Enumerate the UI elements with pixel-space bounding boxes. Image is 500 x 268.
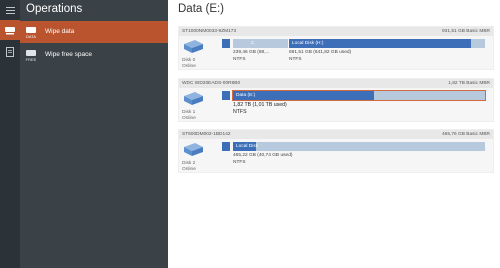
partition-bar[interactable]: Local Disk bbox=[233, 142, 485, 151]
rail-document-button[interactable] bbox=[0, 42, 20, 62]
partition-size: 465,22 GB (40,74 GB used) bbox=[233, 153, 293, 158]
disk-size-type: 931,51 GB Basic MBR bbox=[442, 28, 490, 34]
op-wipe-free-space-label: Wipe free space bbox=[45, 51, 92, 58]
partition-size: 691,51 GB (641,82 GB used) bbox=[289, 50, 352, 55]
partition-fs: NTFS bbox=[233, 57, 246, 62]
op-wipe-free-space[interactable]: FREE Wipe free space bbox=[20, 44, 168, 66]
op-wipe-data-label: Wipe data bbox=[45, 28, 75, 35]
disk-status: Online bbox=[182, 116, 196, 121]
document-icon bbox=[6, 47, 14, 57]
hard-drive-icon bbox=[184, 40, 203, 53]
page-title: Data (E:) bbox=[178, 3, 225, 15]
disk-model: ST1000NM0033-9ZM173 bbox=[182, 28, 237, 34]
disk-size-type: 1,82 TB Basic MBR bbox=[448, 80, 490, 86]
partition-bar[interactable] bbox=[222, 142, 230, 151]
partition-fs: NTFS bbox=[233, 160, 246, 165]
disk-status: Online bbox=[182, 64, 196, 69]
partition-name: C bbox=[251, 41, 255, 46]
app-window: Operations DATA Wipe data FREE Wipe free… bbox=[0, 0, 500, 268]
menu-icon bbox=[5, 6, 15, 14]
eraser-data-icon: DATA bbox=[26, 26, 36, 39]
partition-name: Local Disk (H:) bbox=[292, 41, 324, 46]
partition-name: Data (E:) bbox=[236, 93, 256, 98]
disk-card[interactable]: ST500DM002-1BD142 465,76 GB Basic MBR Di… bbox=[178, 129, 494, 173]
disk-status: Online bbox=[182, 167, 196, 172]
rail-wipe-button[interactable] bbox=[0, 20, 20, 40]
nav-rail bbox=[0, 0, 20, 268]
svg-text:FREE: FREE bbox=[26, 57, 37, 62]
op-wipe-data[interactable]: DATA Wipe data bbox=[20, 21, 168, 43]
partition-size: 239,46 GB (88,... bbox=[233, 50, 270, 55]
partition-bar[interactable]: Local Disk (H:) bbox=[289, 39, 485, 48]
operations-title: Operations bbox=[26, 3, 83, 15]
hard-drive-icon bbox=[184, 143, 203, 156]
disk-name: Disk 0 bbox=[182, 58, 196, 63]
partition-bar[interactable] bbox=[222, 39, 230, 48]
svg-text:DATA: DATA bbox=[26, 34, 36, 39]
disk-name: Disk 2 bbox=[182, 161, 196, 166]
partition-name: Local Disk bbox=[236, 144, 259, 149]
disk-size-type: 465,76 GB Basic MBR bbox=[442, 131, 490, 137]
partition-bar[interactable] bbox=[222, 91, 230, 100]
disk-card[interactable]: WDC WD20EADS-00R6B0 1,82 TB Basic MBR Di… bbox=[178, 78, 494, 122]
disk-card[interactable]: ST1000NM0033-9ZM173 931,51 GB Basic MBR … bbox=[178, 26, 494, 70]
partition-size: 1,82 TB (1,01 TB used) bbox=[233, 102, 287, 108]
menu-button[interactable] bbox=[0, 0, 20, 20]
operations-panel: Operations DATA Wipe data FREE Wipe free… bbox=[20, 0, 168, 268]
partition-fs: NTFS bbox=[233, 109, 247, 115]
partition-bar-selected[interactable]: Data (E:) bbox=[232, 90, 486, 101]
main-content: Data (E:) ST1000NM0033-9ZM173 931,51 GB … bbox=[168, 0, 500, 268]
partition-fs: NTFS bbox=[289, 57, 302, 62]
disk-model: WDC WD20EADS-00R6B0 bbox=[182, 80, 241, 86]
disk-name: Disk 1 bbox=[182, 110, 196, 115]
disk-model: ST500DM002-1BD142 bbox=[182, 131, 231, 137]
eraser-free-icon: FREE bbox=[26, 49, 37, 62]
partition-bar[interactable]: C bbox=[233, 39, 288, 48]
eraser-icon bbox=[5, 27, 15, 35]
hard-drive-icon bbox=[184, 92, 203, 105]
